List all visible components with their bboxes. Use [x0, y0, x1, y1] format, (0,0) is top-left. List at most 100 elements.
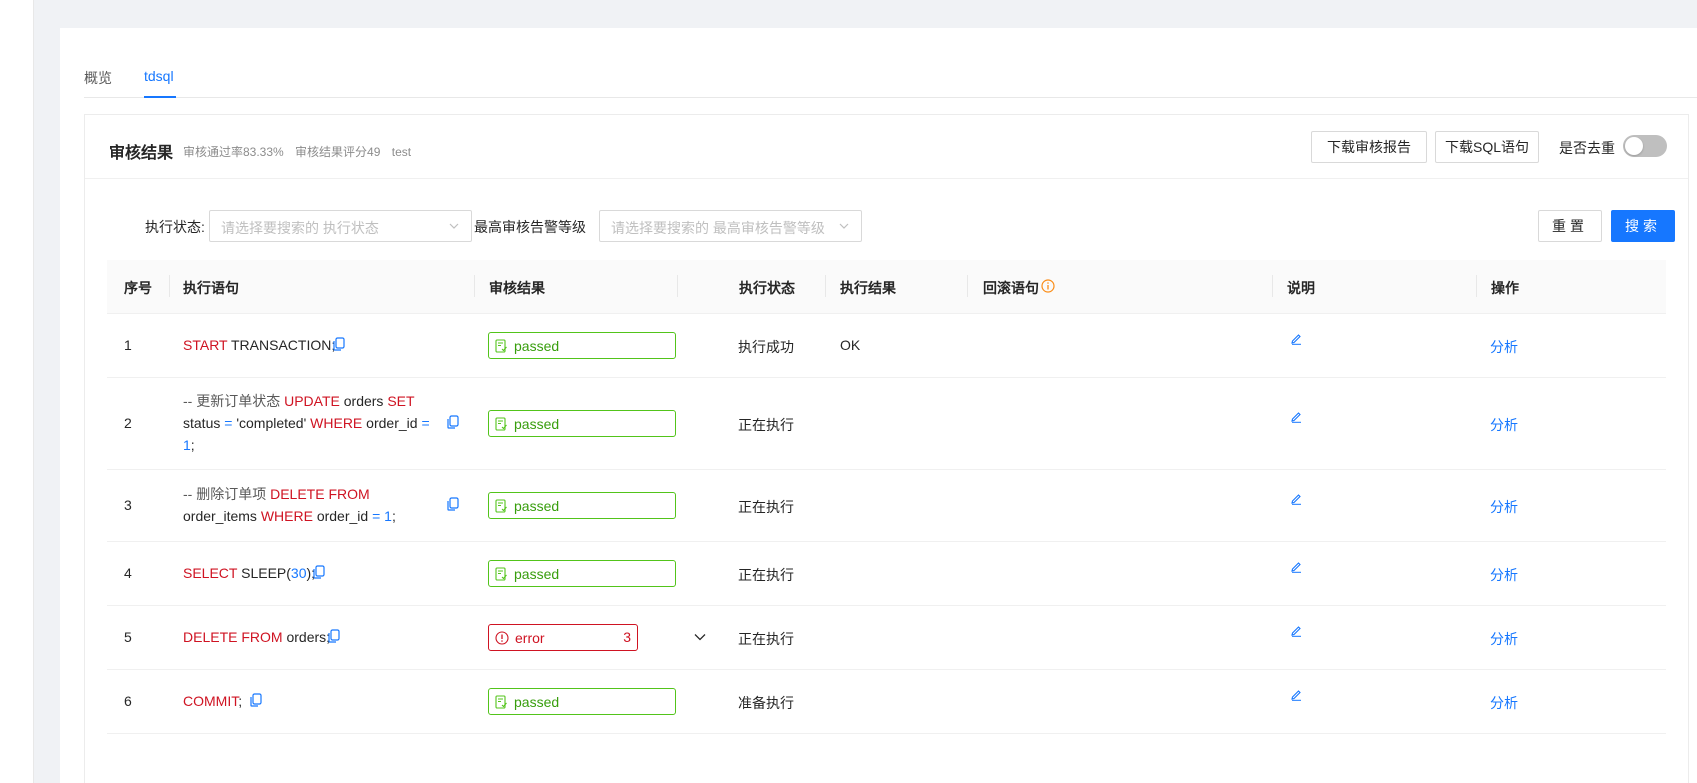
audit-table: 序号 执行语句 审核结果 执行状态 执行结果 回滚语句 说明 操作 1STAR [107, 260, 1666, 734]
edit-icon[interactable] [1290, 560, 1303, 576]
col-divider [474, 275, 475, 297]
exec-status: 正在执行 [738, 499, 794, 515]
info-icon[interactable] [1041, 279, 1055, 296]
audit-result-label: passed [514, 693, 560, 710]
table-row: 1 START TRANSACTION; passed 执行成功 OK 分析 [107, 314, 1666, 378]
toggle-knob [1625, 137, 1643, 155]
sql-token: orders; [282, 629, 331, 645]
card-title: 审核结果 [109, 145, 174, 162]
error-count: 3 [623, 629, 631, 645]
row-index: 5 [124, 629, 132, 645]
sql-token: status [183, 415, 225, 431]
copy-icon[interactable] [447, 415, 459, 432]
task-name: test [391, 145, 412, 159]
exec-result: OK [840, 337, 861, 353]
audit-result-tag[interactable]: passed [488, 410, 676, 437]
edit-icon[interactable] [1290, 492, 1303, 508]
dedupe-toggle[interactable] [1623, 135, 1667, 157]
analyze-link[interactable]: 分析 [1490, 565, 1518, 585]
tab-overview[interactable]: 概览 [84, 68, 112, 88]
sql-token: SLEEP( [237, 565, 291, 581]
level-label: 最高审核告警等级 [474, 219, 586, 235]
reset-button[interactable]: 重置 [1538, 210, 1602, 242]
audit-result-tag[interactable]: passed [488, 492, 676, 519]
download-report-button[interactable]: 下载审核报告 [1311, 131, 1427, 163]
col-header-rollback: 回滚语句 [983, 280, 1039, 296]
audit-result-tag[interactable]: error 3 [488, 624, 638, 651]
sql-statement: DELETE FROM orders; [183, 626, 445, 648]
copy-icon[interactable] [447, 497, 459, 514]
sql-token: ; [190, 437, 195, 453]
audit-result-label: passed [514, 497, 560, 514]
audit-pass-icon [495, 694, 508, 709]
col-header-index: 序号 [124, 280, 152, 296]
edit-icon[interactable] [1290, 688, 1303, 704]
edit-icon[interactable] [1290, 410, 1303, 426]
copy-icon[interactable] [313, 565, 325, 582]
sql-statement: COMMIT; [183, 690, 445, 712]
col-divider [1476, 275, 1477, 297]
search-button[interactable]: 搜索 [1611, 210, 1675, 242]
audit-result-label: passed [514, 415, 560, 432]
exec-status-select[interactable]: 请选择要搜索的 执行状态 [209, 210, 472, 242]
audit-pass-icon [495, 416, 508, 431]
copy-icon[interactable] [333, 337, 345, 354]
exec-status: 正在执行 [738, 417, 794, 433]
col-header-result: 执行结果 [840, 280, 896, 296]
page-gutter [34, 0, 60, 783]
audit-result-label: passed [514, 337, 560, 354]
analyze-link[interactable]: 分析 [1490, 337, 1518, 357]
analyze-link[interactable]: 分析 [1490, 629, 1518, 649]
exec-status: 准备执行 [738, 695, 794, 711]
col-header-action: 操作 [1491, 280, 1519, 296]
analyze-link[interactable]: 分析 [1490, 497, 1518, 517]
audit-result-label: passed [514, 565, 560, 582]
sql-token: START [183, 337, 228, 353]
col-divider [1272, 275, 1273, 297]
sql-token: 1 [384, 508, 392, 524]
table-row: 2 -- 更新订单状态 UPDATE orders SET status = 'c… [107, 378, 1666, 470]
sql-token: WHERE [310, 415, 363, 431]
sql-token: ; [391, 508, 396, 524]
main-content: 概览 tdsql 审核结果 审核通过率83.33% 审核结果评分49 test … [60, 28, 1697, 783]
tab-active-indicator [144, 96, 176, 98]
copy-icon[interactable] [250, 693, 262, 710]
dedupe-label: 是否去重 [1559, 140, 1615, 156]
row-index: 3 [124, 497, 132, 513]
edit-icon[interactable] [1290, 624, 1303, 640]
pass-rate: 审核通过率83.33% [183, 145, 284, 159]
audit-result-tag[interactable]: passed [488, 688, 676, 715]
expand-chevron-icon[interactable] [693, 630, 707, 647]
card-meta: 审核通过率83.33% 审核结果评分49 test [183, 143, 419, 160]
exec-status: 正在执行 [738, 567, 794, 583]
card-header: 审核结果 审核通过率83.33% 审核结果评分49 test 下载审核报告 下载… [85, 115, 1688, 179]
copy-icon[interactable] [328, 629, 340, 646]
sql-token: TRANSACTION; [227, 337, 336, 353]
sql-token: order_items [183, 508, 261, 524]
sql-statement: -- 更新订单状态 UPDATE orders SET status = 'co… [183, 390, 445, 456]
app-sidebar [0, 0, 34, 783]
sql-token: 1 [183, 437, 191, 453]
analyze-link[interactable]: 分析 [1490, 693, 1518, 713]
sql-token: SELECT [183, 565, 238, 581]
tab-tdsql[interactable]: tdsql [144, 68, 174, 84]
audit-result-tag[interactable]: passed [488, 332, 676, 359]
col-header-status: 执行状态 [739, 280, 795, 296]
audit-pass-icon [495, 338, 508, 353]
audit-result-tag[interactable]: passed [488, 560, 676, 587]
level-select[interactable]: 请选择要搜索的 最高审核告警等级 [599, 210, 862, 242]
sql-token: 30 [290, 565, 307, 581]
col-divider [677, 275, 678, 297]
chevron-down-icon [838, 217, 850, 238]
tab-bar: 概览 tdsql [84, 58, 1697, 98]
download-sql-button[interactable]: 下载SQL语句 [1435, 131, 1539, 163]
error-icon [495, 630, 509, 645]
table-row: 3 -- 删除订单项 DELETE FROM order_items WHERE … [107, 470, 1666, 542]
edit-icon[interactable] [1290, 332, 1303, 348]
row-index: 4 [124, 565, 132, 581]
exec-status: 执行成功 [738, 339, 794, 355]
audit-pass-icon [495, 566, 508, 581]
score: 审核结果评分49 [295, 145, 381, 159]
exec-status-placeholder: 请选择要搜索的 执行状态 [221, 220, 379, 236]
analyze-link[interactable]: 分析 [1490, 415, 1518, 435]
